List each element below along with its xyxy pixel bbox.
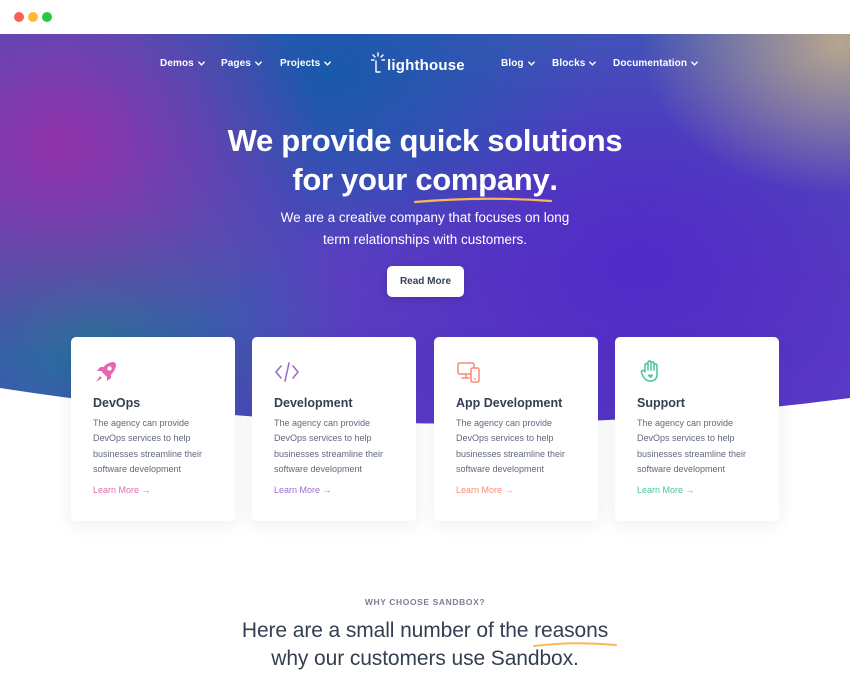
card-description: The agency can provide DevOps services t…	[93, 418, 203, 474]
chevron-down-icon	[324, 61, 332, 66]
hero-title-suffix: .	[549, 162, 558, 197]
chevron-down-icon	[197, 61, 205, 66]
service-card-development: Development The agency can provide DevOp…	[252, 337, 416, 521]
nav-blog-label: Blog	[501, 58, 524, 69]
brand-logo[interactable]: lighthouse	[371, 52, 465, 74]
nav-blocks-label: Blocks	[552, 58, 586, 69]
nav-pages-label: Pages	[221, 58, 251, 69]
nav-documentation-label: Documentation	[613, 58, 688, 69]
nav-blog[interactable]: Blog	[501, 58, 536, 69]
nav-projects[interactable]: Projects	[280, 58, 332, 69]
section-title-highlight-wrap: reasons	[533, 619, 618, 647]
card-description: The agency can provide DevOps services t…	[274, 418, 384, 474]
section-title-line2: why our customers use Sandbox.	[271, 647, 579, 670]
nav-blocks[interactable]: Blocks	[552, 58, 597, 69]
logo-wordmark: lighthouse	[387, 57, 465, 74]
card-title: Support	[637, 396, 685, 410]
hero-title-line1: We provide quick solutions	[227, 123, 623, 158]
nav-demos-label: Demos	[160, 58, 194, 69]
nav-pages[interactable]: Pages	[221, 58, 263, 69]
nav-demos[interactable]: Demos	[160, 58, 206, 69]
service-card-devops: DevOps The agency can provide DevOps ser…	[71, 337, 235, 521]
service-card-support: Support The agency can provide DevOps se…	[615, 337, 779, 521]
learn-more-link[interactable]: Learn More →	[456, 485, 514, 495]
hero-subtitle-line2: term relationships with customers.	[322, 232, 528, 247]
read-more-button[interactable]: Read More	[387, 266, 464, 297]
hero-title-highlight: company	[415, 162, 550, 197]
learn-more-link[interactable]: Learn More →	[274, 485, 332, 495]
lighthouse-logo-icon	[371, 52, 386, 73]
rocket-icon	[96, 362, 116, 382]
devices-icon	[457, 362, 480, 383]
chevron-down-icon	[589, 61, 597, 66]
learn-more-link[interactable]: Learn More →	[637, 485, 695, 495]
chevron-down-icon	[255, 61, 262, 66]
section-title-prefix: Here are a small number of the	[241, 619, 535, 642]
hero-title-highlight-wrap: company	[414, 162, 553, 204]
hand-icon	[640, 360, 658, 382]
section-title-line1: Here are a small number of the reasons	[0, 619, 850, 647]
window-titlebar	[0, 0, 850, 34]
card-title: App Development	[456, 396, 563, 410]
learn-more-link[interactable]: Learn More →	[93, 485, 151, 495]
chevron-down-icon	[527, 61, 535, 66]
minimize-window-button[interactable]	[28, 12, 38, 22]
nav-projects-label: Projects	[280, 58, 321, 69]
section-eyebrow: WHY CHOOSE SANDBOX?	[364, 597, 486, 607]
hero-title-prefix: for your	[292, 162, 416, 197]
maximize-window-button[interactable]	[42, 12, 52, 22]
underline-squiggle	[414, 197, 553, 204]
card-description: The agency can provide DevOps services t…	[456, 418, 566, 474]
close-window-button[interactable]	[14, 12, 24, 22]
card-title: DevOps	[93, 396, 141, 410]
hero-subtitle-line1: We are a creative company that focuses o…	[280, 210, 570, 225]
chevron-down-icon	[691, 61, 699, 66]
code-icon	[275, 362, 299, 382]
section-title-highlight: reasons	[534, 619, 609, 642]
service-card-app-development: App Development The agency can provide D…	[434, 337, 598, 521]
card-title: Development	[274, 396, 353, 410]
nav-documentation[interactable]: Documentation	[613, 58, 699, 69]
hero-title-line2: for your company.	[0, 162, 850, 204]
card-description: The agency can provide DevOps services t…	[637, 418, 747, 474]
